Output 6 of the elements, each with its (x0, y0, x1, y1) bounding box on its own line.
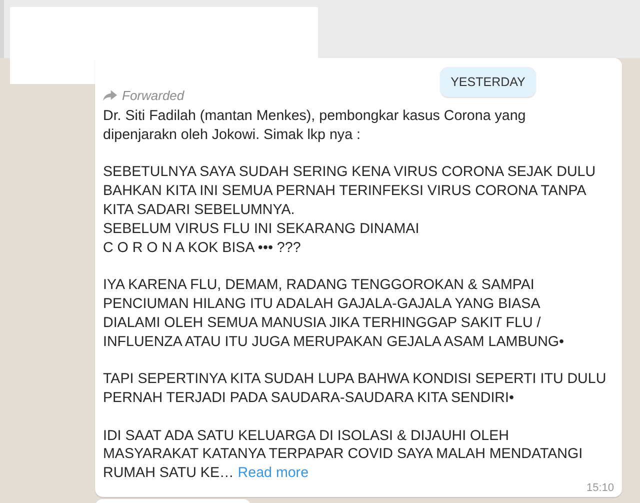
forwarded-label: Forwarded (122, 88, 184, 102)
date-label: YESTERDAY (440, 67, 536, 97)
forward-icon (103, 90, 117, 100)
message-text: Dr. Siti Fadilah (mantan Menkes), pembongkar kasus Corona yang dipenjarakn oleh Jokowi. Simak lkp nya : SEBETULNYA SAYA SUDAH SERING KENA VIRUS CORONA SEJAK DULU BAHKAN KITA INI SEMUA PERNAH TERINFEKSI VIRUS CORONA TANPA KITA SADARI SEBELUMNYA. SEBELUM VIRUS FLU INI SEKARANG DINAMAI C O R O N A KOK BISA ••• ??? IYA KARENA FLU, DEMAM, RADANG TENGGOROKAN & SAMPAI PENCIUMAN HILANG ITU ADALAH GAJALA-GAJALA YANG BIASA DIALAMI OLEH SEMUA MANUSIA JIKA TERHINGGAP SAKIT FLU / INFLUENZA ATAU ITU JUGA MERUPAKAN GEJALA ASAM LAMBUNG• TAPI SEPERTINYA KITA SUDAH LUPA BAHWA KONDISI SEPERTI ITU DULU PERNAH TERJADI PADA SAUDARA-SAUDARA KITA SENDIRI• IDI SAAT ADA SATU KELUARGA DI ISOLASI & DIJAUHI OLEH MASYARAKAT KATANYA TERPAPAR COVID SAYA MALAH MENDATANGI RUMAH SATU KE… Read more (103, 107, 606, 483)
message-time: 15:10 (586, 483, 614, 494)
read-more-link[interactable]: Read more (238, 465, 309, 482)
